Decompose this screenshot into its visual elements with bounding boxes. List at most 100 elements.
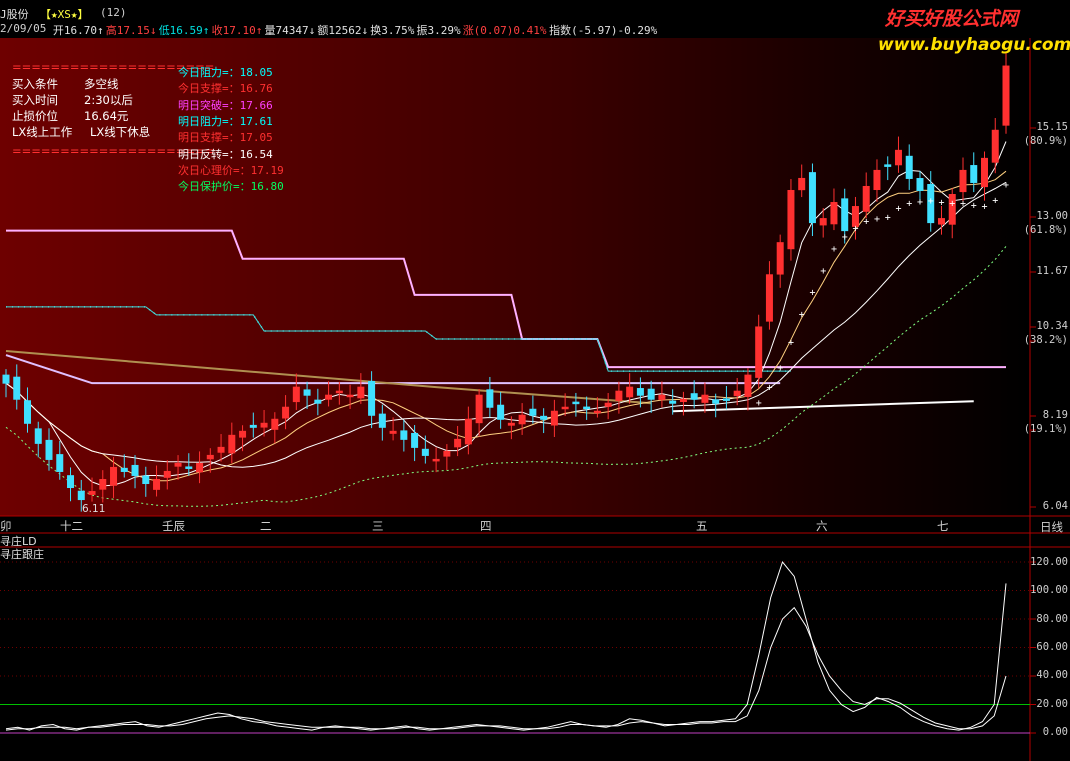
candle-body [153, 478, 161, 490]
candle-body [712, 399, 720, 404]
price-level: 今日阻力=：18.05 [178, 66, 273, 79]
trend-cross-mark: + [981, 202, 987, 213]
lavender-line [5, 354, 781, 385]
month-label: 三 [372, 519, 384, 533]
trend-cross-mark: + [820, 266, 826, 277]
price-tick: 15.15 [1036, 121, 1068, 133]
price-level: 明日反转=：16.54 [178, 147, 273, 161]
price-tick: 8.19 [1042, 409, 1068, 421]
price-tick: 6.04 [1042, 500, 1068, 512]
candle-body [497, 404, 505, 420]
trend-cross-mark: + [928, 196, 934, 207]
candle-body [196, 462, 204, 473]
candle-body [894, 149, 902, 166]
candle-body [615, 390, 623, 401]
candle-body [798, 177, 806, 191]
candle-body [2, 374, 10, 384]
candle-body [507, 422, 515, 426]
candle-body [518, 414, 526, 425]
trend-cross-mark: + [842, 232, 848, 243]
price-tick: (80.9%) [1023, 135, 1068, 147]
candle-body [325, 394, 333, 400]
candle-body [787, 189, 795, 250]
price-tick: 11.67 [1036, 265, 1068, 277]
candle-body [830, 202, 838, 225]
candle-body [475, 394, 483, 424]
trend-cross-mark: + [766, 383, 772, 394]
candle-body [174, 462, 182, 467]
trend-cross-mark: + [852, 224, 858, 235]
trend-cross-mark: + [971, 201, 977, 212]
candle-body [841, 198, 849, 232]
candle-body [540, 415, 548, 420]
candle-body [862, 185, 870, 212]
candle-body [346, 394, 354, 398]
info-value: 16.64元 [84, 109, 129, 123]
info-value: 多空线 [84, 77, 119, 91]
price-level: 今日支撑=：16.76 [178, 82, 273, 96]
candle-body [99, 478, 107, 490]
candle-body [163, 470, 171, 478]
info-label: LX线上工作 [12, 125, 73, 139]
candle-body [303, 389, 311, 396]
chart-canvas[interactable]: + + + + + + + + + + + + + + + + + + + + + + + + [0, 0, 1070, 761]
info-label: 买入条件 [12, 77, 58, 91]
candle-body [34, 428, 42, 444]
candle-body [991, 129, 999, 163]
trend-cross-mark: + [895, 204, 901, 215]
candle-body [142, 475, 150, 485]
trend-cross-mark: + [874, 214, 880, 225]
trend-cross-mark: + [809, 287, 815, 298]
candle-body [529, 408, 537, 416]
candle-body [335, 390, 343, 394]
indicator-tick: 100.00 [1030, 584, 1068, 597]
candle-body [421, 448, 429, 456]
candle-body [443, 450, 451, 457]
info-value: LX线下休息 [90, 125, 151, 139]
candle-body [77, 490, 85, 501]
trend-cross-mark: + [917, 197, 923, 208]
price-tick: 13.00 [1036, 210, 1068, 222]
price-level: 明日突破=：17.66 [178, 98, 273, 112]
candle-body [110, 466, 118, 486]
candle-body [561, 406, 569, 410]
lower-band-line [5, 246, 1007, 507]
candle-body [206, 454, 214, 460]
trend-cross-mark: + [938, 198, 944, 209]
candle-body [550, 410, 558, 426]
price-level: 今日保护价=：16.80 [178, 180, 284, 194]
candle-body [249, 424, 257, 428]
candle-body [368, 380, 376, 416]
candle-body [776, 242, 784, 275]
period-label[interactable]: 日线 [1040, 519, 1063, 535]
candle-body [679, 398, 687, 403]
candle-body [658, 394, 666, 400]
candle-body [131, 464, 139, 476]
trend-cross-mark: + [992, 196, 998, 207]
price-level: 次日心理价=：17.19 [178, 163, 284, 177]
candle-body [185, 466, 193, 469]
trend-cross-mark: + [777, 363, 783, 374]
candle-body [1002, 65, 1010, 126]
trend-cross-mark: + [949, 199, 955, 210]
candle-body [464, 418, 472, 445]
candle-body [282, 406, 290, 419]
info-value: 2:30以后 [84, 93, 133, 107]
indicator-tick: 60.00 [1036, 640, 1068, 653]
candle-body [45, 439, 53, 460]
candle-body [733, 390, 741, 397]
trend-cross-mark: + [799, 309, 805, 320]
price-level: 明日阻力=：17.61 [178, 114, 273, 128]
candle-body [722, 398, 730, 401]
candle-body [411, 432, 419, 448]
candle-body [378, 413, 386, 428]
candle-body [24, 400, 32, 424]
trend-cross-mark: + [906, 199, 912, 210]
indicator-tick: 20.00 [1036, 697, 1068, 710]
candle-body [701, 394, 709, 403]
month-label: 二 [260, 519, 272, 533]
candle-body [593, 410, 601, 414]
candle-body [389, 430, 397, 434]
candle-body [400, 430, 408, 440]
price-tick: (38.2%) [1023, 334, 1068, 346]
